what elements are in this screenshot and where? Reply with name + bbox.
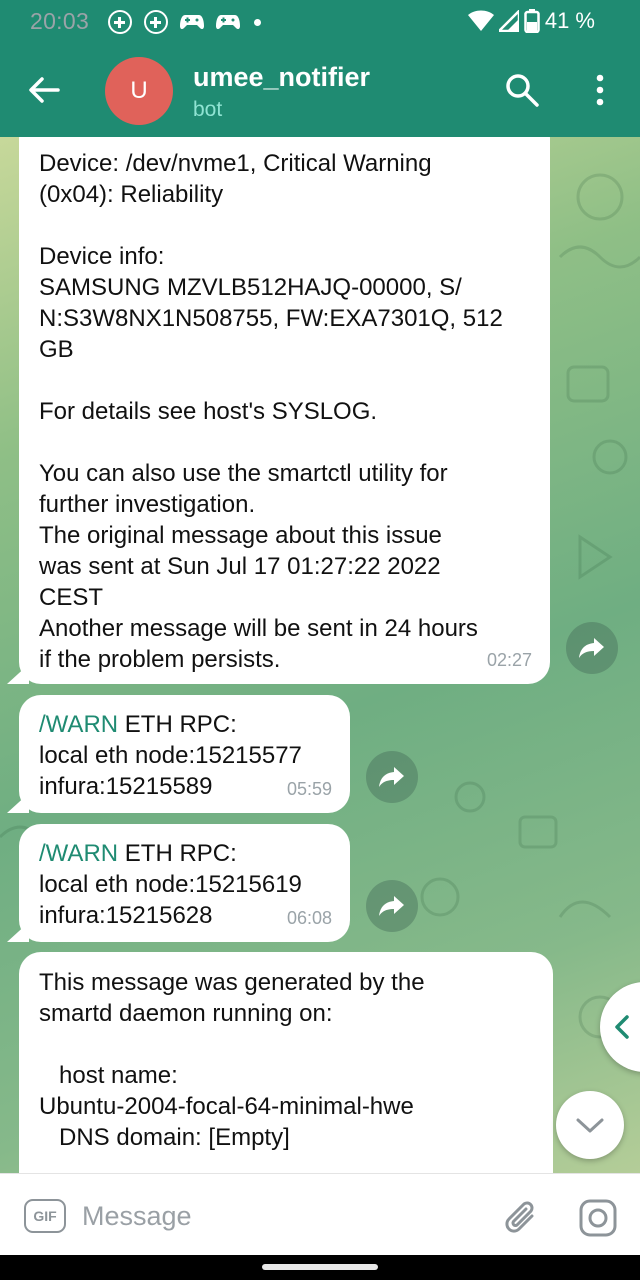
bot-command-link[interactable]: /WARN bbox=[39, 840, 118, 867]
message-time: 02:27 bbox=[486, 650, 532, 670]
message-line: The original message about this issue bbox=[39, 522, 442, 549]
bot-command-link[interactable]: /WARN bbox=[39, 711, 118, 738]
message-bubble-smartd[interactable]: This message was generated by the smartd… bbox=[19, 952, 553, 1173]
message-line: GB bbox=[39, 336, 74, 363]
message-line bbox=[39, 210, 530, 241]
notification-icons bbox=[108, 10, 261, 34]
message-time: 05:59 bbox=[286, 779, 332, 799]
message-line: smartd daemon running on: bbox=[39, 1000, 333, 1027]
message-line: host name: bbox=[39, 1062, 178, 1089]
forward-button[interactable] bbox=[366, 880, 418, 932]
message-line: For details see host's SYSLOG. bbox=[39, 398, 378, 425]
message-line: Device: /dev/nvme1, Critical Warning bbox=[39, 150, 432, 177]
message-line: local eth node:15215577 bbox=[39, 742, 302, 769]
avatar[interactable]: U bbox=[105, 57, 173, 125]
share-arrow-icon bbox=[379, 896, 404, 916]
share-arrow-icon bbox=[579, 638, 604, 658]
gamepad-icon bbox=[216, 15, 240, 30]
back-arrow-icon[interactable] bbox=[26, 72, 62, 108]
chevron-down-icon bbox=[576, 1118, 604, 1133]
message-line bbox=[39, 365, 530, 396]
message-line: Ubuntu-2004-focal-64-minimal-hwe bbox=[39, 1093, 414, 1120]
gamepad-icon bbox=[180, 15, 204, 30]
message-line bbox=[39, 1029, 533, 1060]
gif-sticker-button[interactable]: GIF bbox=[24, 1199, 66, 1233]
plus-circle-icon bbox=[144, 10, 168, 34]
message-text: ETH RPC: bbox=[118, 711, 237, 738]
chat-subtitle: bot bbox=[193, 98, 223, 121]
battery-percent: 41 % bbox=[544, 8, 595, 33]
message-line: (0x04): Reliability bbox=[39, 181, 224, 208]
paperclip-icon[interactable] bbox=[502, 1198, 542, 1238]
message-bubble-smart-alert[interactable]: Device: /dev/nvme1, Critical Warning (0x… bbox=[7, 137, 550, 684]
message-line bbox=[39, 427, 530, 458]
forward-button[interactable] bbox=[566, 622, 618, 674]
system-icons: 41 % bbox=[467, 8, 595, 34]
message-line: SAMSUNG MZVLB512HAJQ-00000, S/ bbox=[39, 274, 462, 301]
chat-title[interactable]: umee_notifier bbox=[193, 62, 370, 93]
message-line: further investigation. bbox=[39, 491, 256, 518]
chat-header: U umee_notifier bot bbox=[0, 46, 640, 137]
message-bubble-warn[interactable]: /WARN ETH RPC: local eth node:15215619 i… bbox=[7, 824, 350, 942]
message-line: was sent at Sun Jul 17 01:27:22 2022 bbox=[39, 553, 441, 580]
message-time: 06:08 bbox=[286, 908, 332, 928]
chevron-left-icon bbox=[615, 1015, 629, 1039]
more-vert-icon[interactable] bbox=[585, 72, 615, 108]
message-composer: GIF bbox=[0, 1173, 640, 1255]
message-line: Device info: bbox=[39, 243, 165, 270]
system-navigation-bar bbox=[0, 1255, 640, 1280]
message-line: if the problem persists. bbox=[39, 646, 281, 673]
wifi-icon bbox=[467, 10, 494, 31]
avatar-letter: U bbox=[130, 77, 148, 104]
cell-signal-icon bbox=[498, 10, 519, 32]
search-icon[interactable] bbox=[504, 72, 540, 108]
message-list[interactable]: Device: /dev/nvme1, Critical Warning (0x… bbox=[0, 137, 640, 1173]
message-bubble-warn[interactable]: /WARN ETH RPC: local eth node:15215577 i… bbox=[7, 695, 350, 813]
scroll-to-bottom-button[interactable] bbox=[556, 1091, 624, 1159]
message-line: local eth node:15215619 bbox=[39, 871, 302, 898]
more-notifications-dot-icon bbox=[254, 18, 261, 26]
home-gesture-handle[interactable] bbox=[262, 1264, 378, 1270]
message-line: DNS domain: [Empty] bbox=[39, 1124, 290, 1151]
status-bar: 20:03 41 % bbox=[0, 0, 640, 46]
camera-icon[interactable] bbox=[578, 1198, 618, 1238]
share-arrow-icon bbox=[379, 767, 404, 787]
battery-icon bbox=[524, 9, 540, 33]
forward-button[interactable] bbox=[366, 751, 418, 803]
message-text: ETH RPC: bbox=[118, 840, 237, 867]
message-line: You can also use the smartctl utility fo… bbox=[39, 460, 448, 487]
message-line: This message was generated by the bbox=[39, 969, 425, 996]
message-line: Another message will be sent in 24 hours bbox=[39, 615, 478, 642]
message-line: CEST bbox=[39, 584, 104, 611]
message-line: N:S3W8NX1N508755, FW:EXA7301Q, 512 bbox=[39, 305, 503, 332]
plus-circle-icon bbox=[108, 10, 132, 34]
message-input[interactable] bbox=[82, 1194, 462, 1238]
